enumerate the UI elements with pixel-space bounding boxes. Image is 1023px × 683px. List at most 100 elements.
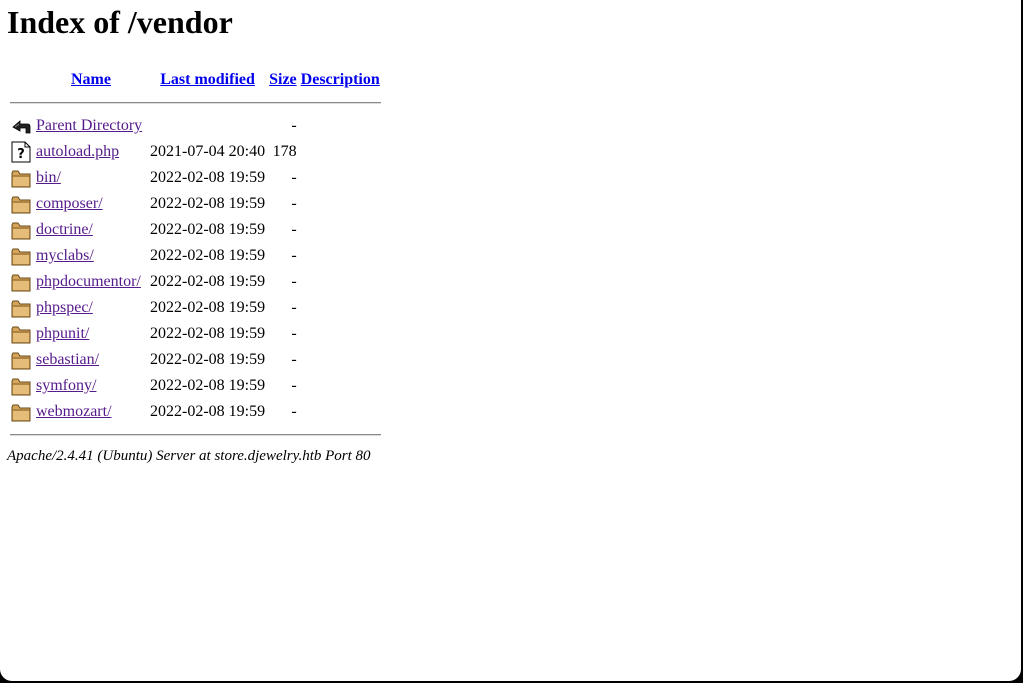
row-description-cell	[300, 296, 381, 320]
server-signature: Apache/2.4.41 (Ubuntu) Server at store.d…	[7, 448, 371, 464]
row-icon-cell: ?	[10, 140, 33, 164]
divider	[10, 102, 381, 104]
row-name-cell: doctrine/	[35, 218, 147, 242]
sort-by-description-link[interactable]: Description	[301, 71, 380, 88]
entry-link[interactable]: myclabs/	[36, 247, 94, 264]
folder-icon	[11, 219, 33, 241]
sort-by-name-link[interactable]: Name	[71, 71, 111, 88]
row-icon-cell	[10, 192, 33, 216]
folder-icon	[11, 297, 33, 319]
sort-by-size-link[interactable]: Size	[269, 71, 297, 88]
row-description-cell	[300, 192, 381, 216]
table-row: phpunit/2022-02-08 19:59 -	[10, 322, 381, 346]
row-size-cell: -	[291, 351, 297, 368]
row-date-cell: 2022-02-08 19:59	[150, 325, 266, 342]
folder-icon	[11, 323, 33, 345]
folder-icon	[11, 375, 33, 397]
row-size-cell: -	[291, 195, 297, 212]
row-description-cell	[300, 374, 381, 398]
row-size-cell: -	[291, 117, 297, 134]
row-name-cell: myclabs/	[35, 244, 147, 268]
row-date-cell: 2022-02-08 19:59	[150, 247, 266, 264]
folder-icon	[11, 271, 33, 293]
row-size-cell: -	[291, 377, 297, 394]
row-size-cell: -	[291, 325, 297, 342]
entry-link[interactable]: phpunit/	[36, 325, 89, 342]
sort-by-last-modified-link[interactable]: Last modified	[160, 71, 255, 88]
row-description-cell	[300, 400, 381, 424]
row-date-cell: 2022-02-08 19:59	[150, 299, 266, 316]
table-row: webmozart/2022-02-08 19:59 -	[10, 400, 381, 424]
table-row: phpdocumentor/2022-02-08 19:59 -	[10, 270, 381, 294]
table-row: doctrine/2022-02-08 19:59 -	[10, 218, 381, 242]
row-date-cell: 2022-02-08 19:59	[150, 351, 266, 368]
divider	[10, 434, 381, 436]
back-icon	[11, 115, 33, 137]
row-name-cell: phpspec/	[35, 296, 147, 320]
row-size-cell: -	[291, 403, 297, 420]
table-row: Parent Directory -	[10, 114, 381, 138]
table-row: ? autoload.php 2021-07-04 20:40 178	[10, 140, 381, 164]
entry-link[interactable]: webmozart/	[36, 403, 112, 420]
header-name-cell: Name	[35, 68, 147, 92]
row-date-cell: 2022-02-08 19:59	[150, 221, 266, 238]
row-size-cell: 178	[272, 143, 297, 160]
row-icon-cell	[10, 244, 33, 268]
entry-link[interactable]: phpdocumentor/	[36, 273, 141, 290]
table-row: phpspec/2022-02-08 19:59 -	[10, 296, 381, 320]
browser-page: Index of /vendor Name Last modified Size…	[0, 0, 1021, 681]
row-description-cell	[300, 348, 381, 372]
entry-link[interactable]: bin/	[36, 169, 61, 186]
entry-link[interactable]: sebastian/	[36, 351, 99, 368]
folder-icon	[11, 193, 33, 215]
svg-text:?: ?	[17, 147, 25, 162]
header-row: Name Last modified Size Description	[10, 68, 381, 92]
header-date-cell: Last modified	[149, 68, 266, 92]
row-description-cell	[300, 218, 381, 242]
header-desc-cell: Description	[300, 68, 381, 92]
row-name-cell: bin/	[35, 166, 147, 190]
table-row: sebastian/2022-02-08 19:59 -	[10, 348, 381, 372]
unknown-file-icon: ?	[11, 141, 33, 163]
table-row: composer/2022-02-08 19:59 -	[10, 192, 381, 216]
row-description-cell	[300, 166, 381, 190]
row-date-cell: 2022-02-08 19:59	[150, 273, 266, 290]
row-date-cell: 2022-02-08 19:59	[150, 195, 266, 212]
row-description-cell	[300, 322, 381, 346]
row-name-cell: webmozart/	[35, 400, 147, 424]
file-listing-table: Name Last modified Size Description Pare…	[8, 66, 383, 446]
row-icon-cell	[10, 296, 33, 320]
entry-link[interactable]: Parent Directory	[36, 117, 142, 134]
row-name-cell: autoload.php	[35, 140, 147, 164]
separator-row	[10, 426, 381, 444]
page-title: Index of /vendor	[7, 4, 233, 40]
row-size-cell: -	[291, 221, 297, 238]
row-description-cell	[300, 114, 381, 138]
entry-link[interactable]: composer/	[36, 195, 103, 212]
folder-icon	[11, 401, 33, 423]
row-icon-cell	[10, 348, 33, 372]
separator-row	[10, 94, 381, 112]
row-size-cell: -	[291, 273, 297, 290]
row-name-cell: composer/	[35, 192, 147, 216]
row-name-cell: symfony/	[35, 374, 147, 398]
entry-link[interactable]: doctrine/	[36, 221, 93, 238]
row-date-cell: 2022-02-08 19:59	[150, 403, 266, 420]
row-icon-cell	[10, 400, 33, 424]
row-name-cell: phpdocumentor/	[35, 270, 147, 294]
header-size-cell: Size	[268, 68, 298, 92]
row-icon-cell	[10, 218, 33, 242]
entry-link[interactable]: autoload.php	[36, 143, 119, 160]
table-row: symfony/2022-02-08 19:59 -	[10, 374, 381, 398]
row-date-cell: 2022-02-08 19:59	[150, 377, 266, 394]
entry-link[interactable]: symfony/	[36, 377, 96, 394]
row-icon-cell	[10, 374, 33, 398]
row-size-cell: -	[291, 169, 297, 186]
entry-link[interactable]: phpspec/	[36, 299, 93, 316]
row-name-cell: sebastian/	[35, 348, 147, 372]
row-name-cell: phpunit/	[35, 322, 147, 346]
table-row: myclabs/2022-02-08 19:59 -	[10, 244, 381, 268]
folder-icon	[11, 167, 33, 189]
row-icon-cell	[10, 270, 33, 294]
row-date-cell: 2021-07-04 20:40	[150, 143, 266, 160]
